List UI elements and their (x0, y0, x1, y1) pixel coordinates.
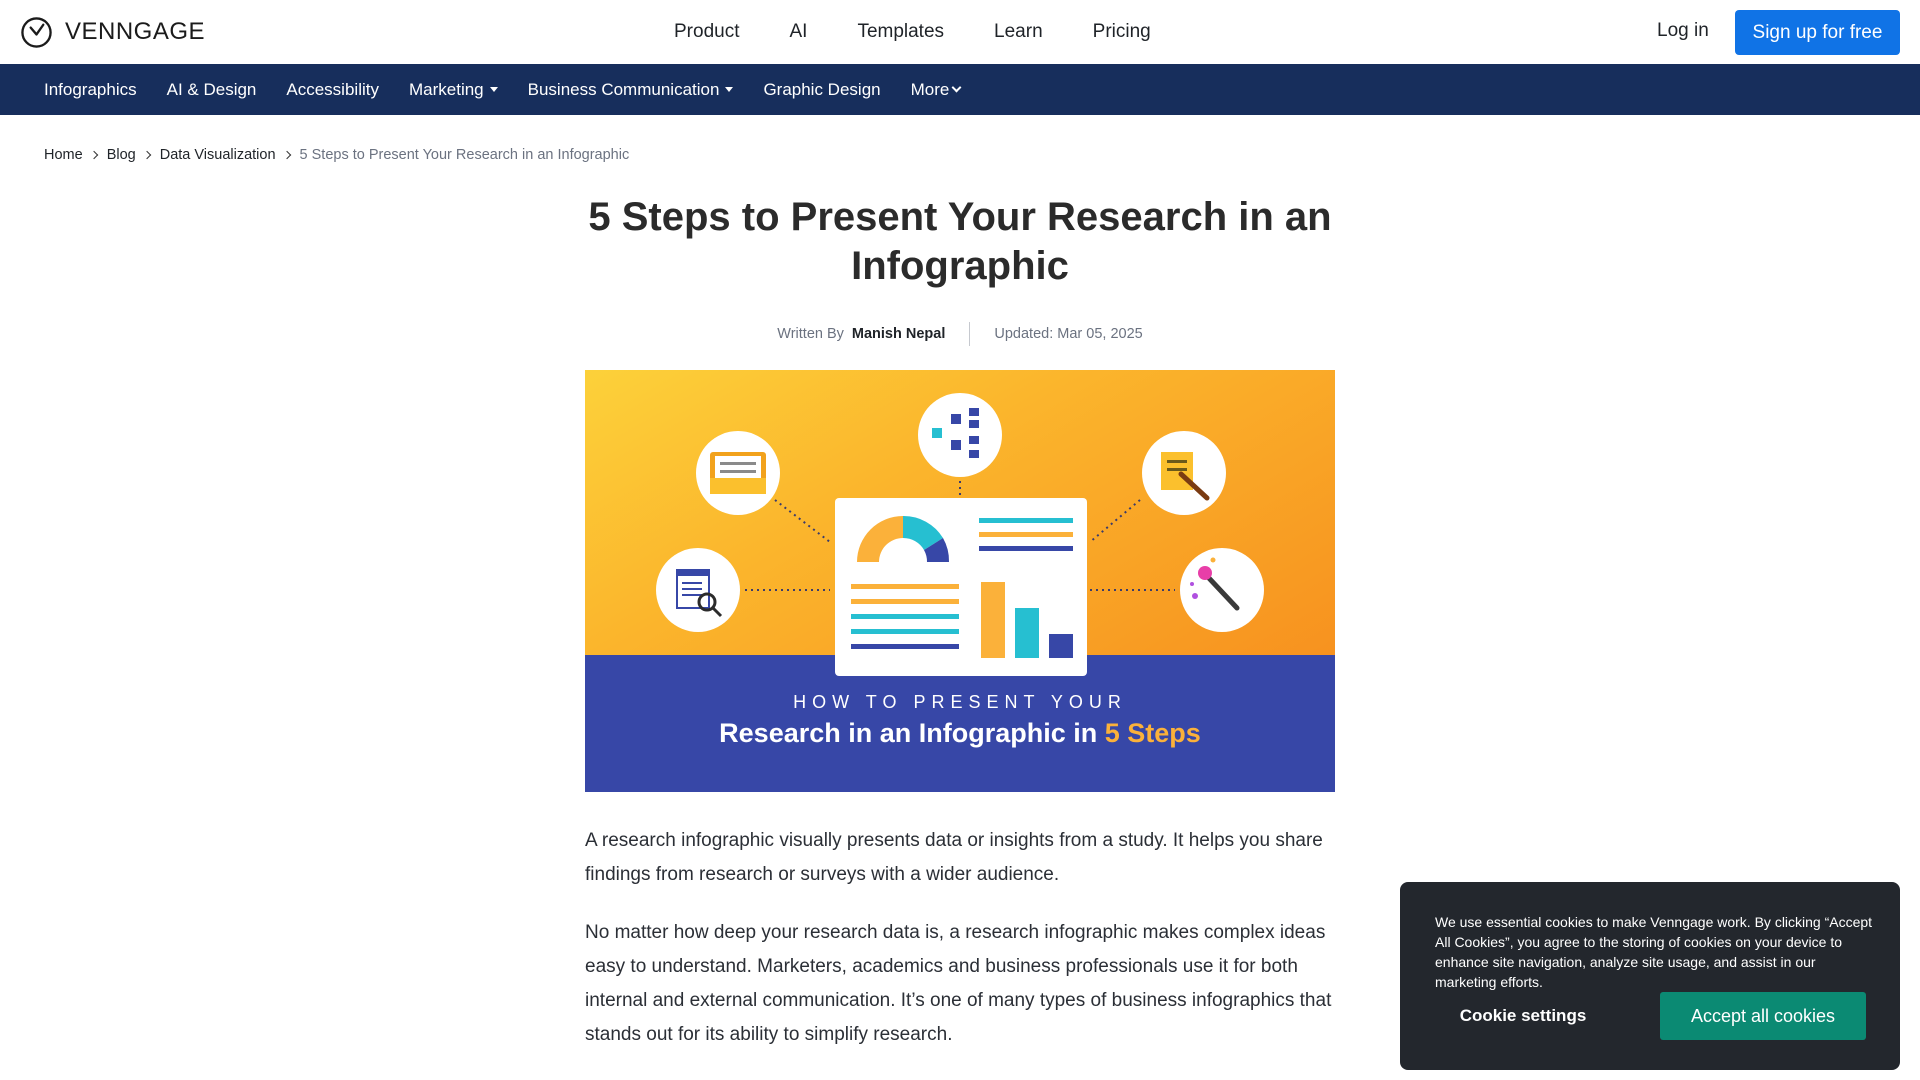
article-title: 5 Steps to Present Your Research in an I… (588, 195, 1332, 288)
breadcrumb-home[interactable]: Home (44, 147, 83, 163)
category-marketing[interactable]: Marketing (409, 80, 498, 100)
top-header: VENNGAGE Product AI Templates Learn Pric… (0, 0, 1920, 64)
primary-nav: Product AI Templates Learn Pricing (674, 0, 1201, 64)
chevron-right-icon (282, 150, 291, 160)
author-link[interactable]: Manish Nepal (852, 326, 945, 342)
written-by-label: Written By (777, 326, 844, 342)
article-body: A research infographic visually presents… (585, 824, 1335, 1076)
category-ai-design[interactable]: AI & Design (167, 80, 257, 100)
report-search-icon (656, 548, 740, 632)
hero-kicker: HOW TO PRESENT YOUR (793, 692, 1127, 712)
meta-divider (969, 322, 971, 346)
nav-templates[interactable]: Templates (857, 21, 944, 43)
venngage-logo[interactable]: VENNGAGE (20, 15, 205, 49)
cookie-banner: We use essential cookies to make Venngag… (1400, 882, 1900, 1070)
dashboard-card-icon (835, 498, 1087, 676)
breadcrumb-section[interactable]: Data Visualization (160, 147, 276, 163)
magic-wand-icon (1180, 548, 1264, 632)
category-label: Business Communication (527, 79, 720, 99)
signup-button[interactable]: Sign up for free (1735, 10, 1900, 55)
accept-cookies-button[interactable]: Accept all cookies (1660, 992, 1866, 1040)
category-label: Graphic Design (763, 79, 881, 99)
category-more[interactable]: More (910, 79, 962, 100)
paragraph: No matter how deep your research data is… (585, 922, 1332, 1045)
paragraph: A research infographic visually presents… (585, 830, 1323, 885)
login-link[interactable]: Log in (1657, 20, 1709, 42)
caret-down-icon (725, 87, 734, 92)
breadcrumb-current: 5 Steps to Present Your Research in an I… (299, 147, 630, 163)
nav-product[interactable]: Product (674, 21, 739, 43)
category-business-communication[interactable]: Business Communication (528, 80, 734, 100)
hierarchy-icon (918, 393, 1002, 477)
folder-icon (696, 431, 780, 515)
category-nav: Infographics AI & Design Accessibility M… (0, 64, 1920, 115)
updated-date: Updated: Mar 05, 2025 (994, 326, 1143, 342)
nav-pricing[interactable]: Pricing (1093, 21, 1151, 43)
clock-logo-icon (21, 16, 52, 48)
article-meta: Written By Manish Nepal Updated: Mar 05,… (560, 322, 1360, 346)
hero-highlight: 5 Steps (1104, 718, 1201, 748)
nav-learn[interactable]: Learn (994, 21, 1043, 43)
breadcrumb-blog[interactable]: Blog (107, 147, 136, 163)
caret-down-icon (489, 87, 498, 92)
chevron-down-icon (951, 82, 962, 93)
category-label: More (910, 79, 950, 99)
category-label: AI & Design (166, 79, 257, 99)
category-accessibility[interactable]: Accessibility (286, 80, 379, 100)
category-infographics[interactable]: Infographics (44, 80, 137, 100)
category-label: Accessibility (286, 79, 379, 99)
category-label: Infographics (44, 79, 137, 99)
document-edit-icon (1142, 431, 1226, 515)
cookie-text: We use essential cookies to make Venngag… (1435, 914, 1873, 990)
breadcrumb: Home Blog Data Visualization 5 Steps to … (44, 147, 629, 163)
chevron-right-icon (142, 150, 151, 160)
hero-headline-text: Research in an Infographic in (719, 718, 1105, 748)
hero-image: HOW TO PRESENT YOUR Research in an Infog… (585, 370, 1335, 792)
brand-name: VENNGAGE (65, 18, 206, 45)
hero-headline: Research in an Infographic in 5 Steps (585, 718, 1335, 749)
nav-ai[interactable]: AI (789, 21, 807, 43)
cookie-settings-button[interactable]: Cookie settings (1435, 992, 1611, 1040)
category-graphic-design[interactable]: Graphic Design (763, 80, 880, 100)
category-label: Marketing (408, 79, 484, 99)
chevron-right-icon (89, 150, 98, 160)
